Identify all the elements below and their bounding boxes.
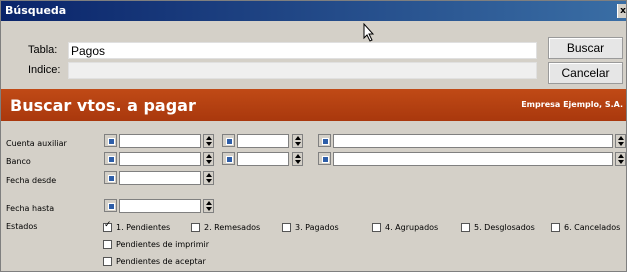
banco-input-3[interactable]	[333, 152, 613, 166]
title-bar: Búsqueda x	[1, 1, 626, 21]
company-name: Empresa Ejemplo, S.A.	[521, 100, 623, 109]
estado-checkbox-6[interactable]	[551, 223, 560, 232]
cuenta-spinner-3[interactable]	[615, 134, 626, 148]
estado-label-2: 2. Remesados	[204, 223, 261, 232]
fecha-desde-calendar-icon[interactable]	[104, 171, 117, 184]
estado-checkbox-4[interactable]	[372, 223, 381, 232]
banco-lookup-icon-3[interactable]	[318, 152, 331, 165]
fecha-hasta-input[interactable]	[119, 199, 201, 213]
banco-spinner-3[interactable]	[615, 152, 626, 166]
mouse-cursor-icon	[363, 23, 375, 42]
banco-input-2[interactable]	[237, 152, 289, 166]
search-dialog: Búsqueda x Tabla: Pagos Indice: Buscar C…	[0, 0, 627, 272]
estado-label-7: Pendientes de imprimir	[116, 240, 210, 249]
banco-input[interactable]	[119, 152, 201, 166]
banner-title: Buscar vtos. a pagar	[10, 96, 196, 115]
cuenta-lookup-icon-2[interactable]	[222, 134, 235, 147]
banco-lookup-icon[interactable]	[104, 152, 117, 165]
fecha-desde-label: Fecha desde	[6, 176, 57, 185]
estado-checkbox-1[interactable]	[103, 221, 112, 232]
fecha-hasta-spinner[interactable]	[203, 199, 214, 213]
cuenta-auxiliar-input-3[interactable]	[333, 134, 613, 148]
fecha-desde-input[interactable]	[119, 171, 201, 185]
banco-lookup-icon-2[interactable]	[222, 152, 235, 165]
estado-checkbox-2[interactable]	[191, 223, 200, 232]
cuenta-auxiliar-input[interactable]	[119, 134, 201, 148]
estado-label-6: 6. Cancelados	[564, 223, 621, 232]
buscar-button[interactable]: Buscar	[548, 37, 623, 59]
fecha-hasta-label: Fecha hasta	[6, 204, 55, 213]
cuenta-spinner-2[interactable]	[292, 134, 303, 148]
fecha-hasta-calendar-icon[interactable]	[104, 199, 117, 212]
cuenta-spinner[interactable]	[203, 134, 214, 148]
estado-checkbox-8[interactable]	[103, 257, 112, 266]
banco-spinner-2[interactable]	[292, 152, 303, 166]
close-icon[interactable]: x	[617, 4, 626, 18]
header-banner: Buscar vtos. a pagar Empresa Ejemplo, S.…	[1, 89, 626, 121]
estado-checkbox-3[interactable]	[282, 223, 291, 232]
cuenta-auxiliar-input-2[interactable]	[237, 134, 289, 148]
fecha-desde-spinner[interactable]	[203, 171, 214, 185]
cuenta-lookup-icon[interactable]	[104, 134, 117, 147]
window-title: Búsqueda	[5, 4, 67, 17]
indice-label: Indice:	[28, 64, 61, 76]
indice-field[interactable]	[68, 62, 537, 79]
banco-spinner[interactable]	[203, 152, 214, 166]
cancelar-button[interactable]: Cancelar	[548, 62, 623, 84]
estado-label-3: 3. Pagados	[295, 223, 339, 232]
estado-label-4: 4. Agrupados	[385, 223, 439, 232]
estado-label-1: 1. Pendientes	[116, 223, 171, 232]
cuenta-auxiliar-label: Cuenta auxiliar	[6, 139, 67, 148]
estado-label-8: Pendientes de aceptar	[116, 257, 206, 266]
estado-label-5: 5. Desglosados	[474, 223, 535, 232]
estado-checkbox-7[interactable]	[103, 240, 112, 249]
cuenta-lookup-icon-3[interactable]	[318, 134, 331, 147]
banco-label: Banco	[6, 157, 31, 166]
estados-label: Estados	[6, 222, 38, 231]
estado-checkbox-5[interactable]	[461, 223, 470, 232]
tabla-field[interactable]: Pagos	[68, 42, 537, 59]
tabla-label: Tabla:	[28, 44, 58, 56]
